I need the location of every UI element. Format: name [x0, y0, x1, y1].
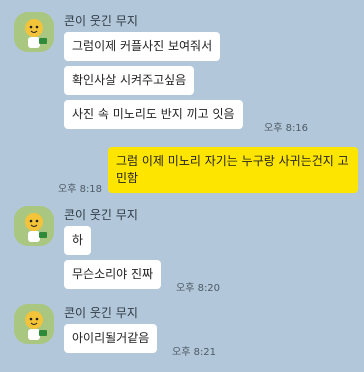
avatar-character-icon [14, 206, 54, 246]
message-bubble[interactable]: 확인사살 시켜주고싶음 [64, 66, 195, 95]
avatar[interactable] [14, 206, 54, 246]
avatar[interactable] [14, 304, 54, 344]
message-timestamp: 오후 8:21 [172, 347, 217, 358]
avatar[interactable] [14, 12, 54, 52]
sender-name: 콘이 웃긴 무지 [64, 208, 138, 222]
avatar-character-icon [14, 12, 54, 52]
message-timestamp: 오후 8:16 [264, 123, 309, 134]
avatar-character-icon [14, 304, 54, 344]
my-message-bubble[interactable]: 그럼 이제 미노리 자기는 누구랑 사귀는건지 고민함 [108, 147, 358, 193]
message-bubble[interactable]: 그럼이제 커플사진 보여줘서 [64, 32, 221, 61]
message-timestamp: 오후 8:18 [58, 184, 103, 195]
message-bubble[interactable]: 아이리될거같음 [64, 324, 158, 353]
sender-name: 콘이 웃긴 무지 [64, 306, 138, 320]
message-bubble[interactable]: 사진 속 미노리도 반지 끼고 잇음 [64, 100, 243, 129]
message-bubble[interactable]: 무슨소리야 진짜 [64, 260, 162, 289]
sender-name: 콘이 웃긴 무지 [64, 14, 138, 28]
message-bubble[interactable]: 하 [64, 226, 92, 255]
message-timestamp: 오후 8:20 [176, 283, 221, 294]
